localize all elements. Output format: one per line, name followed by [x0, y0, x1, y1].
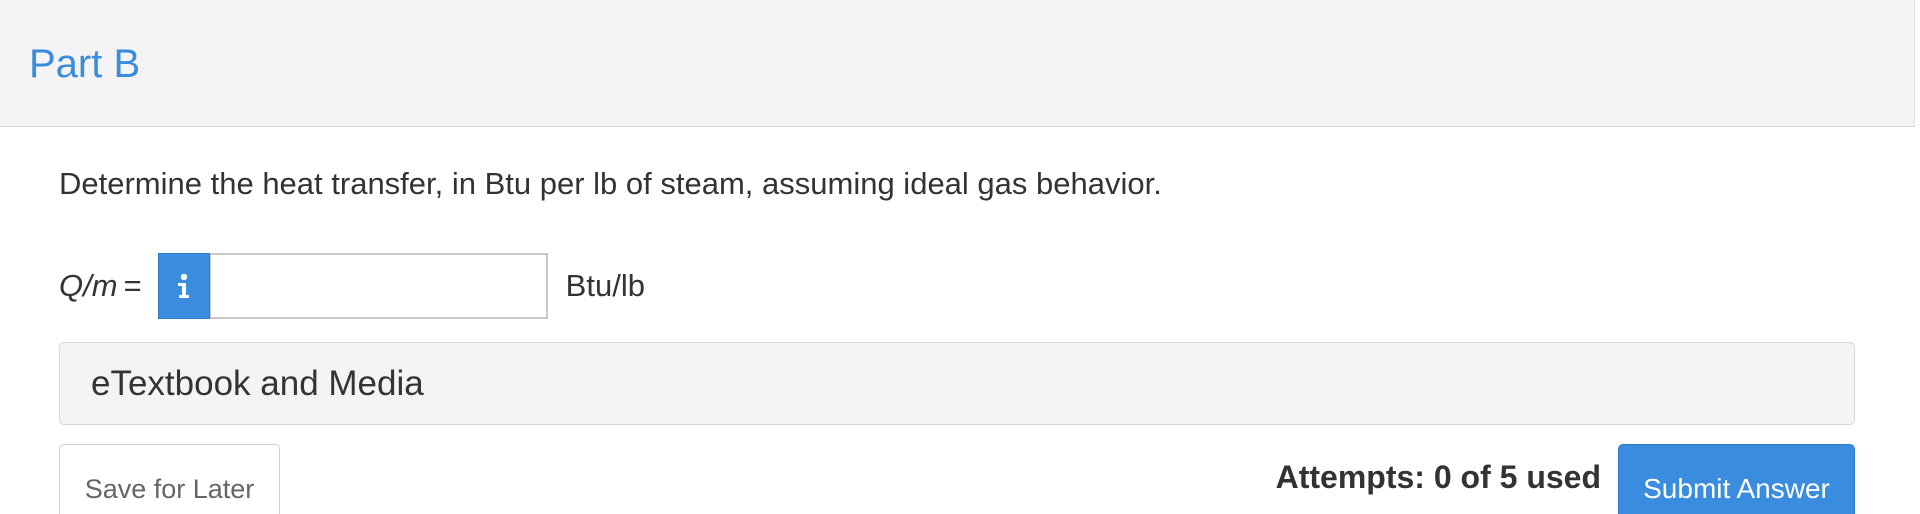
- etextbook-media-label: eTextbook and Media: [91, 364, 424, 403]
- question-text: Determine the heat transfer, in Btu per …: [59, 166, 1162, 201]
- unit-label: Btu/lb: [565, 268, 645, 303]
- question-page: Part B Determine the heat transfer, in B…: [0, 0, 1920, 514]
- part-title: Part B: [29, 42, 141, 86]
- save-for-later-button[interactable]: Save for Later: [59, 444, 280, 514]
- variable-name: Q/m: [59, 268, 118, 303]
- attempts-counter: Attempts: 0 of 5 used: [1275, 459, 1601, 495]
- answer-input[interactable]: [209, 253, 548, 319]
- part-header: Part B: [0, 0, 1915, 127]
- answer-row: Q/m = Btu/lb: [59, 253, 645, 319]
- etextbook-media-toggle[interactable]: eTextbook and Media: [59, 342, 1855, 425]
- equals-sign: =: [123, 268, 142, 303]
- submit-answer-button[interactable]: Submit Answer: [1618, 444, 1855, 514]
- variable-label: Q/m =: [59, 268, 142, 304]
- info-button[interactable]: [157, 253, 210, 319]
- info-icon: [177, 273, 189, 298]
